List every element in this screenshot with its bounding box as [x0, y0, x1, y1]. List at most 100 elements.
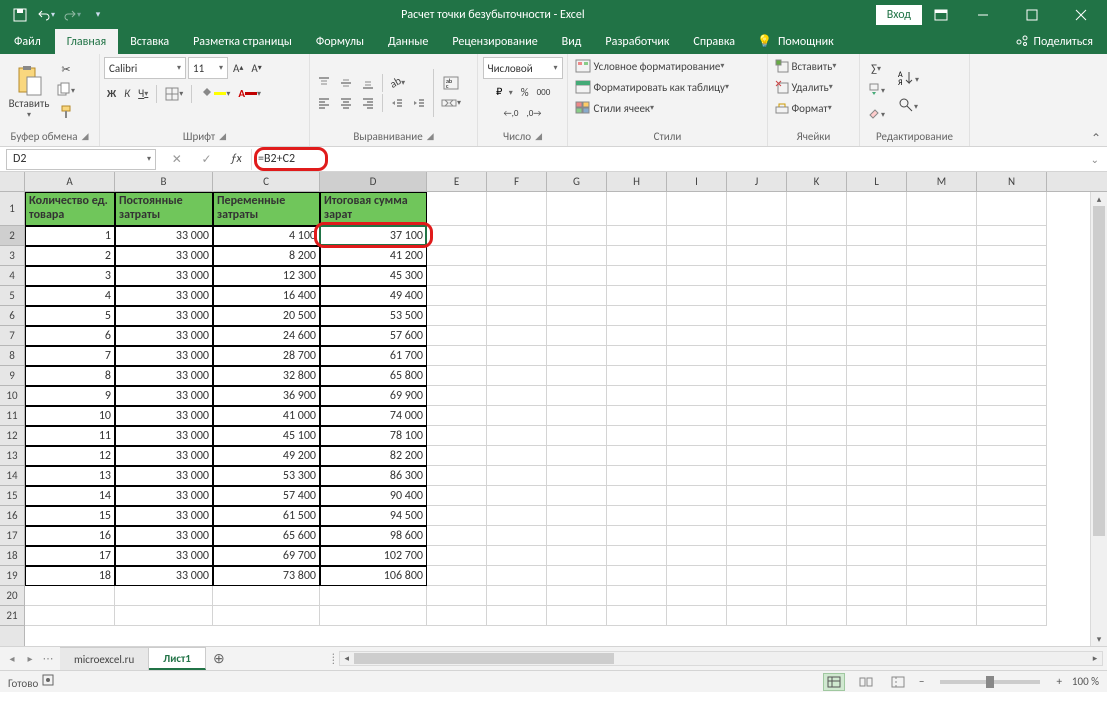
column-header-C[interactable]: C — [213, 172, 320, 191]
cell-L5[interactable] — [847, 286, 907, 306]
cell-B14[interactable]: 33 000 — [115, 466, 213, 486]
cell-G18[interactable] — [547, 546, 607, 566]
cell-C3[interactable]: 8 200 — [213, 246, 320, 266]
cell-F11[interactable] — [487, 406, 547, 426]
scroll-down-icon[interactable]: ▾ — [1091, 632, 1107, 646]
save-icon[interactable] — [8, 3, 32, 27]
cell-A6[interactable]: 5 — [25, 306, 115, 326]
cell-G15[interactable] — [547, 486, 607, 506]
cell-I21[interactable] — [667, 606, 727, 626]
cell-G19[interactable] — [547, 566, 607, 586]
format-cells-button[interactable]: Формат▾ — [772, 99, 835, 117]
cell-A4[interactable]: 3 — [25, 266, 115, 286]
cell-J21[interactable] — [727, 606, 787, 626]
cell-D5[interactable]: 49 400 — [320, 286, 427, 306]
cell-G3[interactable] — [547, 246, 607, 266]
cell-G20[interactable] — [547, 586, 607, 606]
fill-button[interactable]: ▾ — [864, 80, 888, 101]
cell-F9[interactable] — [487, 366, 547, 386]
qat-customize-icon[interactable]: ▾ — [86, 3, 110, 27]
macro-recorder-icon[interactable] — [41, 677, 55, 690]
cell-A13[interactable]: 12 — [25, 446, 115, 466]
decrease-font-button[interactable]: A▾ — [248, 60, 264, 77]
cell-I19[interactable] — [667, 566, 727, 586]
cell-E15[interactable] — [427, 486, 487, 506]
row-header-1[interactable]: 1 — [0, 192, 24, 226]
horizontal-scrollbar[interactable]: ◂ ▸ — [339, 651, 1103, 666]
cell-G9[interactable] — [547, 366, 607, 386]
row-header-20[interactable]: 20 — [0, 586, 24, 606]
cell-G6[interactable] — [547, 306, 607, 326]
cell-L20[interactable] — [847, 586, 907, 606]
cell-A18[interactable]: 17 — [25, 546, 115, 566]
cell-B8[interactable]: 33 000 — [115, 346, 213, 366]
cell-C10[interactable]: 36 900 — [213, 386, 320, 406]
cell-H21[interactable] — [607, 606, 667, 626]
sheet-nav-more-icon[interactable]: ⋯ — [40, 652, 56, 665]
insert-cells-button[interactable]: Вставить▾ — [772, 57, 839, 75]
cell-N5[interactable] — [977, 286, 1047, 306]
cell-A20[interactable] — [25, 586, 115, 606]
increase-font-button[interactable]: A▴ — [230, 60, 246, 77]
cell-I13[interactable] — [667, 446, 727, 466]
cell-B7[interactable]: 33 000 — [115, 326, 213, 346]
column-header-L[interactable]: L — [847, 172, 907, 191]
cell-M21[interactable] — [907, 606, 977, 626]
cell-H3[interactable] — [607, 246, 667, 266]
cell-G8[interactable] — [547, 346, 607, 366]
tab-page-layout[interactable]: Разметка страницы — [181, 29, 304, 54]
cell-N21[interactable] — [977, 606, 1047, 626]
row-header-4[interactable]: 4 — [0, 266, 24, 286]
cell-C4[interactable]: 12 300 — [213, 266, 320, 286]
cell-L9[interactable] — [847, 366, 907, 386]
tab-file[interactable]: Файл — [0, 29, 55, 54]
paste-button[interactable]: Вставить ▾ — [4, 63, 54, 122]
clipboard-launcher-icon[interactable]: ◢ — [82, 131, 89, 142]
cell-K13[interactable] — [787, 446, 847, 466]
tab-insert[interactable]: Вставка — [118, 29, 181, 54]
cell-I1[interactable] — [667, 192, 727, 226]
cell-H7[interactable] — [607, 326, 667, 346]
cell-L10[interactable] — [847, 386, 907, 406]
cell-D20[interactable] — [320, 586, 427, 606]
orientation-button[interactable]: ab▾ — [387, 74, 408, 91]
cell-N13[interactable] — [977, 446, 1047, 466]
cell-F15[interactable] — [487, 486, 547, 506]
cell-C1[interactable]: Переменные затраты — [213, 192, 320, 226]
cell-G14[interactable] — [547, 466, 607, 486]
cell-F19[interactable] — [487, 566, 547, 586]
cell-B12[interactable]: 33 000 — [115, 426, 213, 446]
font-name-combo[interactable]: Calibri▾ — [104, 57, 186, 79]
cell-L18[interactable] — [847, 546, 907, 566]
increase-indent-button[interactable] — [409, 94, 429, 112]
vertical-scrollbar[interactable]: ▴ ▾ — [1090, 192, 1107, 646]
cell-L12[interactable] — [847, 426, 907, 446]
scroll-left-icon[interactable]: ◂ — [340, 652, 354, 665]
number-format-combo[interactable]: Числовой▾ — [483, 57, 563, 79]
cell-F12[interactable] — [487, 426, 547, 446]
cell-H1[interactable] — [607, 192, 667, 226]
cell-C19[interactable]: 73 800 — [213, 566, 320, 586]
cell-F1[interactable] — [487, 192, 547, 226]
number-launcher-icon[interactable]: ◢ — [535, 131, 542, 142]
cell-E3[interactable] — [427, 246, 487, 266]
cell-D6[interactable]: 53 500 — [320, 306, 427, 326]
tab-home[interactable]: Главная — [55, 29, 118, 54]
formula-input[interactable]: =B2+C2 — [252, 149, 1083, 170]
cell-H2[interactable] — [607, 226, 667, 246]
cell-A14[interactable]: 13 — [25, 466, 115, 486]
cell-H9[interactable] — [607, 366, 667, 386]
cell-L17[interactable] — [847, 526, 907, 546]
cell-M4[interactable] — [907, 266, 977, 286]
font-launcher-icon[interactable]: ◢ — [219, 131, 226, 142]
increase-decimal-button[interactable]: ←,0 — [501, 106, 522, 121]
cell-A1[interactable]: Количество ед. товара — [25, 192, 115, 226]
ribbon-display-options-icon[interactable] — [926, 9, 956, 21]
align-left-button[interactable] — [314, 94, 334, 112]
cell-J15[interactable] — [727, 486, 787, 506]
cell-E4[interactable] — [427, 266, 487, 286]
cell-L4[interactable] — [847, 266, 907, 286]
row-header-17[interactable]: 17 — [0, 526, 24, 546]
cell-K16[interactable] — [787, 506, 847, 526]
cell-D2[interactable]: 37 100 — [320, 226, 427, 246]
